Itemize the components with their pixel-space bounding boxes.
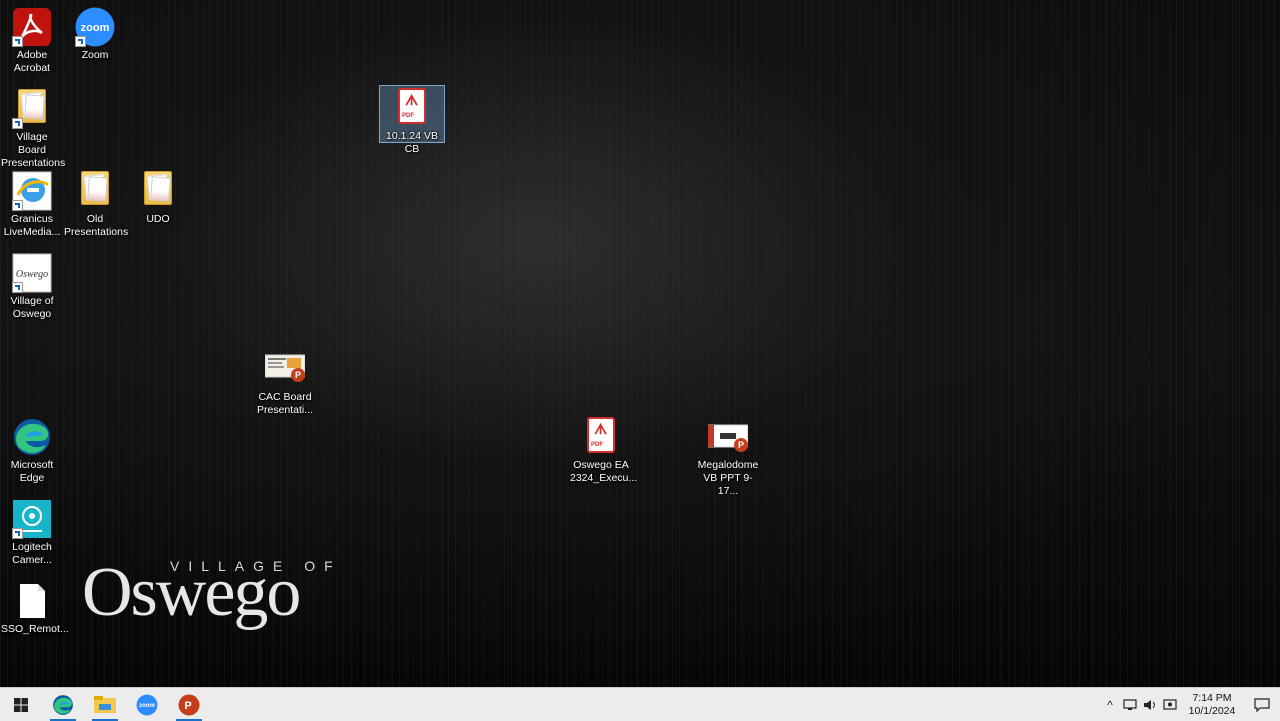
desktop-icon-label: Adobe Acrobat [13,49,51,74]
folder-icon [75,171,115,211]
start-button[interactable] [0,688,42,721]
shortcut-arrow-icon [12,528,23,539]
pdf-document-graphic: ᗑ PDF [398,88,426,124]
folder-icon [138,171,178,211]
svg-text:Oswego: Oswego [16,269,48,280]
desktop-icon-village-of-oswego[interactable]: Oswego Village of Oswego [0,248,64,321]
pdf-document-graphic: ᗑ PDF [587,417,615,453]
shortcut-arrow-icon [12,282,23,293]
pdf-file-icon: ᗑ PDF [392,88,432,128]
show-hidden-icons-chevron-icon[interactable]: ^ [1100,688,1120,721]
powerpoint-file-icon: P [707,417,749,457]
folder-graphic [144,171,172,205]
taskbar-file-explorer-button[interactable] [84,688,126,721]
blank-file-icon [12,581,52,621]
desktop-icon-old-presentations[interactable]: Old Presentations [63,166,129,239]
desktop-icon-granicus[interactable]: Granicus LiveMedia... [0,166,64,239]
desktop-icon-label: Logitech Camer... [12,541,52,566]
village-of-oswego-logo: VILLAGE OF Oswego [82,554,342,638]
desktop-icon-label: Village Board Presentations [1,131,66,169]
zoom-icon: zoom [75,7,115,47]
shortcut-arrow-icon [12,118,23,129]
windows-start-icon [14,697,28,712]
folder-icon [12,89,52,129]
svg-text:P: P [184,700,191,712]
notification-icon [1254,697,1270,712]
svg-text:P: P [738,440,744,450]
svg-text:zoom: zoom [139,703,155,709]
adobe-acrobat-icon [12,7,52,47]
desktop-icon-logitech-camera[interactable]: Logitech Camer... [0,494,64,567]
shortcut-arrow-icon [12,200,23,211]
desktop-icon-microsoft-edge[interactable]: Microsoft Edge [0,412,64,485]
desktop-icon-label: Microsoft Edge [10,459,54,484]
file-explorer-icon [94,695,116,713]
network-icon[interactable] [1120,688,1140,721]
shortcut-arrow-icon [12,36,23,47]
desktop-icon-label: Granicus LiveMedia... [3,213,61,238]
system-tray: ^ 7:14 PM 10/1/2024 [1100,688,1280,721]
folder-graphic [81,171,109,205]
zoom-icon: zoom [136,694,158,715]
desktop-icon-megalodome-ppt[interactable]: P Megalodome VB PPT 9-17... [696,412,760,498]
desktop-icon-label: SSO_Remot... [1,623,69,635]
volume-icon[interactable] [1140,688,1160,721]
taskbar-powerpoint-button[interactable]: P [168,688,210,721]
desktop-icon-village-board-presentations[interactable]: Village Board Presentations [0,84,66,170]
edge-icon [12,417,52,457]
logitech-camera-icon [12,499,52,539]
desktop-icon-label: 10.1.24 VB CB [386,130,438,155]
taskbar: zoom P ^ 7:14 PM 10/1/2024 [0,687,1280,721]
shortcut-arrow-icon [75,36,86,47]
notifications-button[interactable] [1244,688,1280,721]
desktop: Adobe Acrobat zoom Zoom Village Board Pr… [0,0,1280,687]
desktop-icon-label: CAC Board Presentati... [256,391,314,416]
desktop-icon-zoom[interactable]: zoom Zoom [63,2,127,62]
desktop-icon-label: UDO [146,213,170,225]
clock-date: 10/1/2024 [1188,704,1236,717]
desktop-icon-label: Oswego EA 2324_Execu... [570,459,638,484]
desktop-icon-udo[interactable]: UDO [126,166,190,226]
granicus-icon [12,171,52,211]
powerpoint-file-icon: P [264,349,306,389]
oswego-site-icon: Oswego [12,253,52,293]
svg-text:P: P [295,370,301,380]
svg-text:zoom: zoom [81,22,110,34]
desktop-icon-label: Village of Oswego [10,295,54,320]
taskbar-zoom-button[interactable]: zoom [126,688,168,721]
logo-main-text: Oswego [82,554,301,631]
desktop-icon-oswego-ea-pdf[interactable]: ᗑ PDF Oswego EA 2324_Execu... [569,412,638,485]
desktop-icon-sso-remote[interactable]: SSO_Remot... [0,576,69,636]
powerpoint-icon: P [178,694,200,715]
pdf-file-icon: ᗑ PDF [581,417,621,457]
taskbar-edge-button[interactable] [42,688,84,721]
desktop-icon-label: Old Presentations [64,213,129,238]
desktop-icon-10-1-24-vb-cb[interactable]: ᗑ PDF 10.1.24 VB CB [379,85,445,155]
desktop-icon-adobe-acrobat[interactable]: Adobe Acrobat [0,2,64,75]
edge-icon [53,694,73,715]
taskbar-clock[interactable]: 7:14 PM 10/1/2024 [1186,692,1238,718]
desktop-icon-label: Zoom [81,49,109,61]
clock-time: 7:14 PM [1192,691,1232,704]
display-icon[interactable] [1160,688,1180,721]
desktop-icon-cac-board-presentation[interactable]: P CAC Board Presentati... [253,344,317,417]
desktop-icon-label: Megalodome VB PPT 9-17... [697,459,759,497]
